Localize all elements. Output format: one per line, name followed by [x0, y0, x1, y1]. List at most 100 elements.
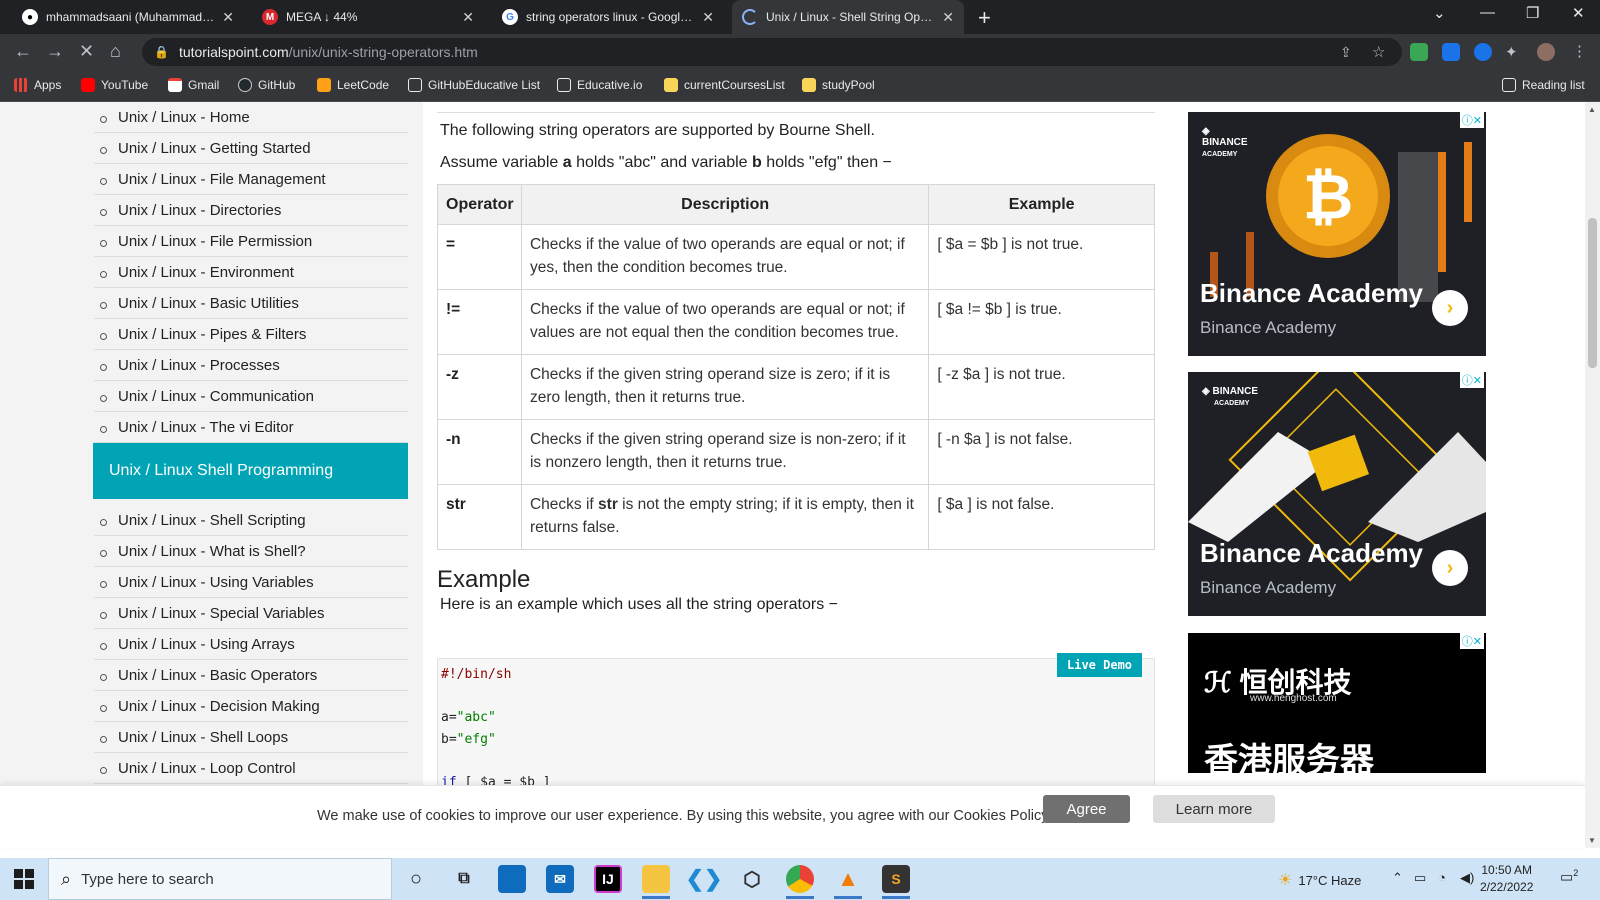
text: Checks if [529, 496, 599, 513]
tab-mega[interactable]: M MEGA ↓ 44% ✕ [252, 0, 484, 34]
scroll-down-icon[interactable]: ▼ [1588, 836, 1596, 845]
volume-icon[interactable]: ◀) [1460, 870, 1474, 886]
address-bar[interactable]: 🔒 tutorialspoint.com/unix/unix-string-op… [142, 38, 1402, 66]
sidebar-item[interactable]: Unix / Linux - Loop Control [94, 753, 408, 784]
page-icon [557, 78, 571, 92]
sidebar-item[interactable]: Unix / Linux - Getting Started [94, 133, 408, 164]
vlc-icon[interactable]: ▲ [834, 865, 862, 899]
share-icon[interactable]: ⇪ [1340, 44, 1352, 61]
close-icon[interactable]: ✕ [462, 9, 474, 26]
wifi-icon[interactable]: ◔ [1438, 870, 1446, 885]
bookmark-youtube[interactable]: YouTube [81, 78, 148, 92]
puzzle-extensions-icon[interactable]: ✦ [1505, 43, 1518, 61]
sidebar-item-label: Unix / Linux - Basic Operators [118, 666, 318, 684]
page-scrollbar[interactable]: ▲ ▼ [1585, 102, 1600, 848]
sidebar-item[interactable]: Unix / Linux - Using Variables [94, 567, 408, 598]
live-demo-button[interactable]: Live Demo [1057, 653, 1143, 677]
tab-search-chevron-icon[interactable]: ⌄ [1433, 4, 1446, 22]
notifications-icon[interactable]: ▭2 [1560, 868, 1578, 886]
store-icon[interactable] [498, 865, 526, 893]
sidebar-item[interactable]: Unix / Linux - Decision Making [94, 691, 408, 722]
sidebar-item[interactable]: Unix / Linux - Shell Scripting [94, 505, 408, 536]
sidebar-item[interactable]: Unix / Linux - Directories [94, 195, 408, 226]
ad-close-icon[interactable]: ⓘ✕ [1459, 372, 1484, 388]
home-icon[interactable]: ⌂ [110, 41, 121, 62]
scroll-thumb[interactable] [1588, 218, 1597, 368]
sidebar-item[interactable]: Unix / Linux - Pipes & Filters [94, 319, 408, 350]
sidebar-item[interactable]: Unix / Linux - File Management [94, 164, 408, 195]
chevron-right-icon[interactable]: › [1432, 290, 1468, 326]
taskbar-search-box[interactable]: ⌕ Type here to search [48, 858, 392, 900]
avatar[interactable] [1537, 43, 1555, 61]
sidebar-item[interactable]: Unix / Linux - The vi Editor [94, 412, 408, 443]
agree-button[interactable]: Agree [1043, 795, 1130, 823]
minimize-icon[interactable]: — [1480, 4, 1495, 21]
bookmark-githubeducative[interactable]: GitHubEducative List [408, 78, 540, 92]
weather-widget[interactable]: ☀ 17°C Haze [1278, 870, 1361, 890]
virtualbox-icon[interactable]: ⬡ [738, 865, 766, 893]
task-view-icon[interactable]: ⧉ [450, 865, 478, 893]
restore-icon[interactable]: ❐ [1526, 4, 1539, 22]
bookmark-star-icon[interactable]: ☆ [1372, 43, 1385, 61]
taskbar-clock[interactable]: 10:50 AM 2/22/2022 [1480, 862, 1533, 896]
sidebar-item[interactable]: Unix / Linux - Processes [94, 350, 408, 381]
intellij-icon[interactable]: IJ [594, 865, 622, 893]
sidebar-item[interactable]: Unix / Linux - Using Arrays [94, 629, 408, 660]
sidebar-item[interactable]: Unix / Linux - Environment [94, 257, 408, 288]
clock-time: 10:50 AM [1481, 863, 1533, 877]
new-tab-icon[interactable]: + [978, 5, 991, 31]
file-explorer-icon[interactable] [642, 865, 670, 899]
sidebar-item[interactable]: Unix / Linux - Communication [94, 381, 408, 412]
bookmark-folder-studypool[interactable]: studyPool [802, 78, 875, 92]
scroll-up-icon[interactable]: ▲ [1588, 105, 1596, 114]
tab-google-search[interactable]: G string operators linux - Google S ✕ [492, 0, 724, 34]
learn-more-button[interactable]: Learn more [1153, 795, 1275, 823]
sidebar-item[interactable]: Unix / Linux - File Permission [94, 226, 408, 257]
ad-brand-sub: ACADEMY [1214, 400, 1250, 407]
extension-icon[interactable] [1474, 43, 1492, 61]
ad-title: 香港服务器 [1204, 742, 1374, 773]
bookmark-apps[interactable]: Apps [14, 78, 61, 92]
vscode-icon[interactable]: ❮❯ [686, 865, 723, 893]
close-icon[interactable]: ✕ [222, 9, 234, 26]
forward-icon[interactable]: → [46, 41, 64, 62]
chrome-icon[interactable] [786, 865, 814, 899]
reading-list-button[interactable]: Reading list [1502, 78, 1585, 92]
bookmark-folder-currentcourses[interactable]: currentCoursesList [664, 78, 785, 92]
windows-start-icon[interactable] [14, 869, 34, 889]
bookmark-gmail[interactable]: Gmail [168, 78, 219, 92]
close-icon[interactable]: ✕ [942, 9, 954, 26]
ad-binance-1[interactable]: ₿ ◈ BINANCE ACADEMY ⓘ✕ Binance Academy Bin… [1188, 112, 1486, 356]
ad-henghost[interactable]: ⓘ✕ ℋ 恒创科技 www.henghost.com 香港服务器 [1188, 633, 1486, 773]
bookmark-leetcode[interactable]: LeetCode [317, 78, 389, 92]
sidebar-item[interactable]: Unix / Linux - What is Shell? [94, 536, 408, 567]
back-icon[interactable]: ← [14, 41, 32, 62]
sidebar-item[interactable]: Unix / Linux - Special Variables [94, 598, 408, 629]
bookmark-github[interactable]: GitHub [238, 78, 295, 92]
more-menu-icon[interactable]: ⋮ [1572, 42, 1587, 60]
tab-github[interactable]: ● mhammadsaani (Muhammad Ha ✕ [12, 0, 244, 34]
ad-close-icon[interactable]: ⓘ✕ [1459, 633, 1484, 649]
stop-icon[interactable]: ✕ [79, 41, 94, 62]
close-icon[interactable]: ✕ [702, 9, 714, 26]
sidebar-item[interactable]: Unix / Linux - Basic Utilities [94, 288, 408, 319]
battery-icon[interactable]: ▭ [1414, 870, 1426, 886]
ad-binance-2[interactable]: ◈ BINANCE ACADEMY ⓘ✕ Binance Academy Bina… [1188, 372, 1486, 616]
sublime-icon[interactable]: S [882, 865, 910, 899]
sidebar-item[interactable]: Unix / Linux - Basic Operators [94, 660, 408, 691]
cortana-icon[interactable]: ○ [402, 865, 430, 893]
bookmark-educative[interactable]: Educative.io [557, 78, 642, 92]
chevron-up-icon[interactable]: ⌃ [1392, 870, 1403, 886]
mail-icon[interactable]: ✉ [546, 865, 574, 893]
sidebar-item[interactable]: Unix / Linux - Home [94, 102, 408, 133]
tab-active-tutorialspoint[interactable]: Unix / Linux - Shell String Operat ✕ [732, 0, 964, 34]
assume-paragraph: Assume variable a holds "abc" and variab… [440, 154, 892, 172]
ad-close-icon[interactable]: ⓘ✕ [1459, 112, 1484, 128]
chevron-right-icon[interactable]: › [1432, 550, 1468, 586]
extension-icon[interactable] [1410, 43, 1428, 61]
extension-icon[interactable] [1442, 43, 1460, 61]
close-window-icon[interactable]: ✕ [1572, 4, 1585, 22]
sidebar-item[interactable]: Unix / Linux - Shell Loops [94, 722, 408, 753]
bullet-icon [100, 550, 107, 557]
bullet-icon [100, 767, 107, 774]
